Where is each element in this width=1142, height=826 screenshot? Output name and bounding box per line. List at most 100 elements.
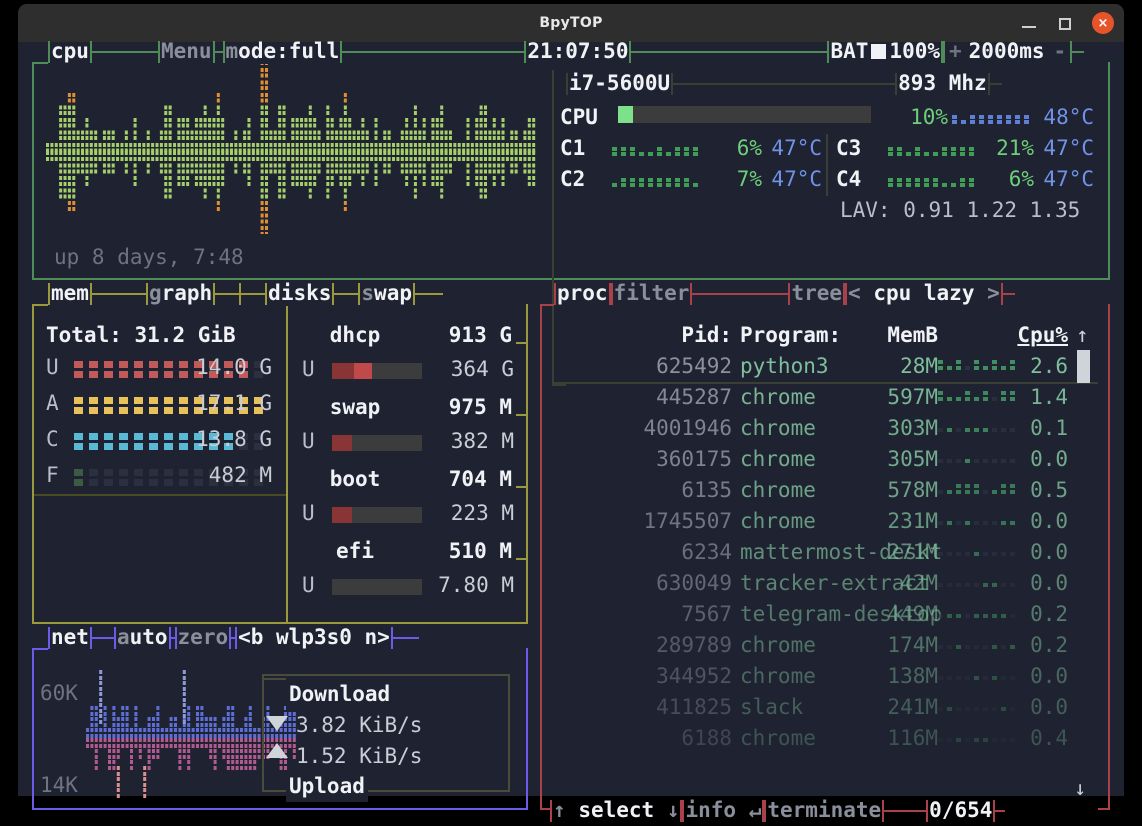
mem-row-key-F: F xyxy=(46,463,59,487)
window-title: BpyTOP xyxy=(539,15,603,31)
net-auto-tab[interactable]: auto xyxy=(116,622,169,653)
disk-bar-swap xyxy=(332,435,422,451)
proc-program[interactable]: chrome xyxy=(740,506,816,537)
disk-name-efi: efi xyxy=(336,539,374,563)
mem-disks-tab[interactable]: disks xyxy=(267,278,332,309)
proc-cpu: 0.2 xyxy=(1030,633,1068,657)
proc-pid[interactable]: 6234 xyxy=(540,537,732,568)
proc-pid[interactable]: 360175 xyxy=(540,444,732,475)
proc-panel-title[interactable]: proc xyxy=(556,278,609,309)
cpu-panel-titlestrip: cpu Menu mode:full 21:07:50 BAT 100% + 2… xyxy=(48,36,1085,67)
mem-panel-titlestrip: mem graph disks swap xyxy=(48,278,443,309)
proc-cpu: 0.0 xyxy=(1030,664,1068,688)
proc-cpu: 0.0 xyxy=(1030,447,1068,471)
cpu-info-box: i7-5600U 893 Mhz CPU 10% 48°C C1 6% 47°C… xyxy=(552,68,1098,386)
proc-program[interactable]: chrome xyxy=(740,475,816,506)
cpu-total-temp: 48°C xyxy=(1043,105,1094,129)
disk-size-dhcp: 913 G xyxy=(448,323,512,347)
mem-graph-tab[interactable]: graph xyxy=(148,278,213,309)
proc-pid[interactable]: 6188 xyxy=(540,723,732,754)
col-header-cpu[interactable]: Cpu% xyxy=(970,320,1068,351)
proc-program[interactable]: slack xyxy=(740,692,803,723)
proc-mem: 138M xyxy=(887,664,938,688)
net-panel-titlestrip: net auto zero <b wlp3s0 n> xyxy=(48,622,419,653)
proc-pid[interactable]: 4001946 xyxy=(540,413,732,444)
proc-sort-selector[interactable]: < cpu lazy > xyxy=(847,278,1001,309)
cpu-total-minigraph xyxy=(952,115,1029,124)
disk-used-key-boot: U xyxy=(302,501,315,525)
core-label-c1: C1 xyxy=(560,136,586,160)
proc-pid[interactable]: 445287 xyxy=(540,382,732,413)
proc-pid[interactable]: 289789 xyxy=(540,630,732,661)
mem-panel-title[interactable]: mem xyxy=(50,278,90,309)
arrow-up-icon xyxy=(266,743,288,758)
disk-bar-boot xyxy=(332,507,422,523)
terminate-control[interactable]: terminate xyxy=(766,795,882,826)
col-header-mem[interactable]: MemB xyxy=(840,320,938,351)
cpu-menu-button[interactable]: Menu xyxy=(160,36,213,67)
col-header-pid[interactable]: Pid: xyxy=(550,320,732,351)
net-device-selector[interactable]: <b wlp3s0 n> xyxy=(237,622,391,653)
proc-program[interactable]: chrome xyxy=(740,630,816,661)
core-label-c4: C4 xyxy=(836,167,862,191)
cpu-frequency: 893 Mhz xyxy=(898,71,987,95)
cpu-model-name: i7-5600U xyxy=(569,71,671,95)
cpu-history-graph xyxy=(46,64,536,234)
proc-cpu: 0.0 xyxy=(1030,509,1068,533)
proc-cpu: 0.0 xyxy=(1030,571,1068,595)
proc-pid[interactable]: 344952 xyxy=(540,661,732,692)
proc-pid[interactable]: 411825 xyxy=(540,692,732,723)
disk-name-dhcp: dhcp xyxy=(329,323,381,347)
disk-name-swap: swap xyxy=(329,395,381,419)
process-scrollbar-thumb[interactable] xyxy=(1077,350,1090,383)
core-temp-c2: 47°C xyxy=(771,167,822,191)
proc-program[interactable]: python3 xyxy=(740,351,829,382)
core-minigraph-c3 xyxy=(888,147,974,156)
proc-program[interactable]: chrome xyxy=(740,723,816,754)
disk-size-boot: 704 M xyxy=(448,467,512,491)
mem-swap-tab[interactable]: swap xyxy=(360,278,413,309)
select-control[interactable]: ↑ select ↓ xyxy=(552,795,680,826)
proc-pid[interactable]: 6135 xyxy=(540,475,732,506)
net-panel: net auto zero <b wlp3s0 n> 60K 14K Downl… xyxy=(32,625,528,810)
terminal-canvas: cpu Menu mode:full 21:07:50 BAT 100% + 2… xyxy=(18,39,1124,822)
core-percent-c2: 7% xyxy=(736,167,762,191)
update-timer-value: 2000ms xyxy=(968,39,1045,63)
timer-decrease-button[interactable]: - xyxy=(1046,36,1071,67)
proc-program[interactable]: chrome xyxy=(740,661,816,692)
proc-filter-tab[interactable]: filter xyxy=(613,278,691,309)
mem-value-U: 14.0 G xyxy=(196,355,272,379)
proc-pid[interactable]: 1745507 xyxy=(540,506,732,537)
cpu-panel-title[interactable]: cpu xyxy=(50,36,90,67)
disk-used-key-efi: U xyxy=(302,573,315,597)
cpu-info-titlestrip: i7-5600U 893 Mhz xyxy=(566,68,1002,99)
scroll-down-icon[interactable]: ↓ xyxy=(1074,773,1086,804)
cpu-total-percent: 10% xyxy=(910,105,948,129)
cpu-mode-button[interactable]: mode:full xyxy=(225,36,341,67)
proc-pid[interactable]: 630049 xyxy=(540,568,732,599)
core-label-c2: C2 xyxy=(560,167,586,191)
timer-increase-button[interactable]: + xyxy=(945,36,968,67)
proc-program[interactable]: chrome xyxy=(740,413,816,444)
net-zero-tab[interactable]: zero xyxy=(177,622,230,653)
close-icon[interactable]: × xyxy=(1092,12,1114,34)
proc-cpu: 1.4 xyxy=(1030,385,1068,409)
minimize-icon[interactable] xyxy=(1020,14,1038,32)
proc-cpu: 0.4 xyxy=(1030,726,1068,750)
cpu-mode-rest: ode:full xyxy=(238,39,340,63)
proc-mem: 231M xyxy=(887,509,938,533)
proc-pid[interactable]: 625492 xyxy=(540,351,732,382)
uptime-label: up 8 days, 7:48 xyxy=(54,245,244,269)
proc-program[interactable]: chrome xyxy=(740,382,816,413)
proc-pid[interactable]: 7567 xyxy=(540,599,732,630)
maximize-icon[interactable] xyxy=(1056,14,1074,32)
net-auto-rest: uto xyxy=(129,625,168,649)
proc-tree-tab[interactable]: tree xyxy=(790,278,843,309)
mem-total: Total: 31.2 GiB xyxy=(46,323,236,347)
proc-program[interactable]: chrome xyxy=(740,444,816,475)
mem-row-key-A: A xyxy=(46,391,59,415)
info-control[interactable]: info ↵ xyxy=(684,795,762,826)
net-panel-title[interactable]: net xyxy=(50,622,90,653)
cpu-panel: cpu Menu mode:full 21:07:50 BAT 100% + 2… xyxy=(32,39,1110,386)
col-header-program[interactable]: Program: xyxy=(740,320,841,351)
